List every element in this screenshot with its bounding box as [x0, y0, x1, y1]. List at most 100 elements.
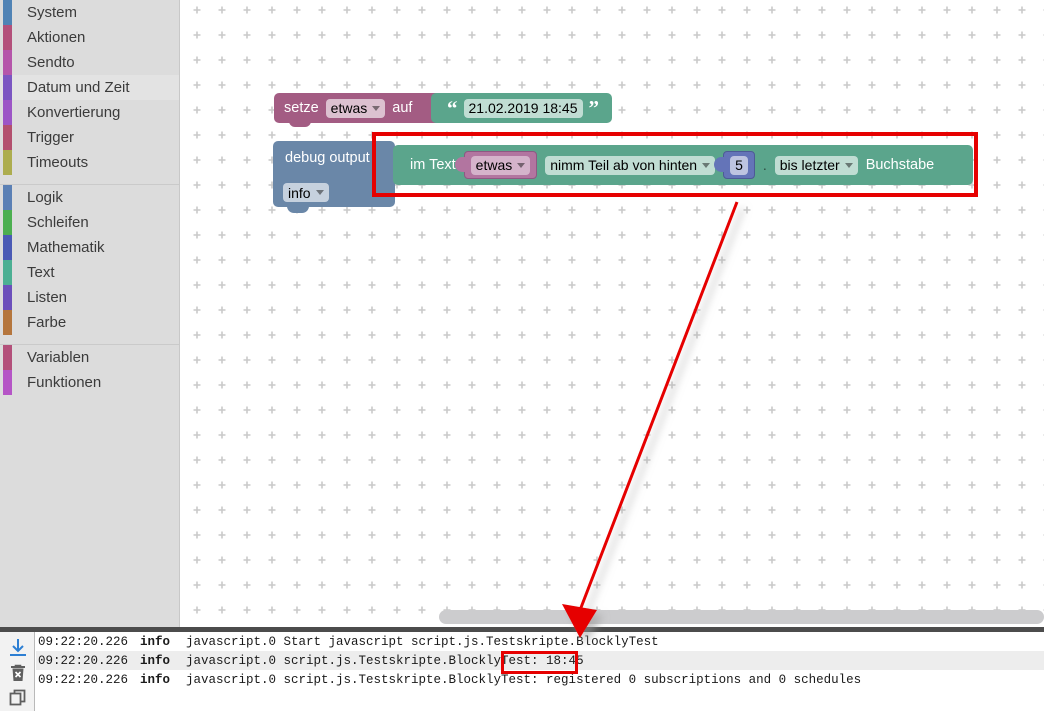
- toolbox-separator: [0, 335, 179, 345]
- toolbox-category-color-swatch: [3, 235, 12, 260]
- blockly-editor-window: System Aktionen Sendto Datum und Zeit Konver…: [0, 0, 1044, 711]
- open-quote-icon: “: [447, 96, 458, 120]
- toolbox-category-color-swatch: [3, 185, 12, 210]
- toolbox-category-label: Funktionen: [27, 374, 102, 391]
- substring-mode-value: nimm Teil ab von hinten: [550, 157, 698, 173]
- log-level: info: [140, 634, 171, 649]
- log-timestamp: 09:22:20.226: [38, 653, 129, 668]
- console-toolbar: [0, 632, 35, 711]
- toolbox-category-color-swatch: [3, 150, 12, 175]
- toolbox-category-aktionen[interactable]: Aktionen: [0, 25, 179, 50]
- copy-icon[interactable]: [8, 688, 28, 708]
- toolbox-category-label: System: [27, 4, 78, 21]
- toolbox-category-listen[interactable]: Listen: [0, 285, 179, 310]
- block-text-literal[interactable]: “ 21.02.2019 18:45 ”: [431, 93, 612, 123]
- block-debug-bottom-notch: [287, 206, 309, 213]
- toolbox-category-color-swatch: [3, 370, 12, 395]
- toolbox-category-color-swatch: [3, 25, 12, 50]
- toolbox-category-label: Mathematik: [27, 239, 105, 256]
- delete-all-icon[interactable]: [8, 663, 28, 683]
- debug-level-value: info: [288, 184, 311, 201]
- close-quote-icon: ”: [588, 96, 600, 120]
- toolbox-category-color-swatch: [3, 210, 12, 235]
- block-set-variable[interactable]: setze etwas auf: [274, 93, 448, 123]
- toolbox-category-color-swatch: [3, 260, 12, 285]
- debug-level-dropdown[interactable]: info: [283, 183, 329, 202]
- chevron-down-icon: [517, 162, 526, 168]
- toolbox-category-text[interactable]: Text: [0, 260, 179, 285]
- substring-end-mode-dropdown[interactable]: bis letzter: [774, 155, 858, 175]
- blockly-workspace[interactable]: setze etwas auf “ 21.02.2019 18:45 ” deb…: [181, 0, 1044, 627]
- number-plug: [714, 157, 725, 172]
- toolbox-category-label: Text: [27, 264, 55, 281]
- workspace-hscrollbar-thumb[interactable]: [439, 610, 1044, 624]
- log-message: javascript.0 script.js.Testskripte.Block…: [186, 672, 862, 687]
- toolbox-category-mathematik[interactable]: Mathematik: [0, 235, 179, 260]
- blockly-toolbox[interactable]: System Aktionen Sendto Datum und Zeit Konver…: [0, 0, 180, 627]
- toolbox-category-label: Trigger: [27, 129, 74, 146]
- toolbox-category-label: Timeouts: [27, 154, 89, 171]
- block-text-substring[interactable]: im Text etwas nimm Teil ab von hinten 5 …: [393, 145, 973, 185]
- log-level: info: [140, 653, 171, 668]
- substring-variable-dropdown[interactable]: etwas: [470, 155, 531, 175]
- substring-variable-value: etwas: [475, 157, 513, 173]
- block-set-keyword: setze: [284, 100, 319, 116]
- toolbox-category-logik[interactable]: Logik: [0, 185, 179, 210]
- text-literal-input[interactable]: 21.02.2019 18:45: [463, 98, 583, 118]
- download-icon[interactable]: [8, 638, 28, 658]
- toolbox-category-farbe[interactable]: Farbe: [0, 310, 179, 335]
- toolbox-category-label: Schleifen: [27, 214, 89, 231]
- substring-mode-dropdown[interactable]: nimm Teil ab von hinten: [545, 155, 716, 175]
- toolbox-category-trigger[interactable]: Trigger: [0, 125, 179, 150]
- toolbox-category-schleifen[interactable]: Schleifen: [0, 210, 179, 235]
- block-variable-etwas[interactable]: etwas: [454, 151, 538, 179]
- chevron-down-icon: [844, 162, 853, 168]
- toolbox-category-datum-und-zeit[interactable]: Datum und Zeit: [0, 75, 179, 100]
- log-row[interactable]: 09:22:20.226 info javascript.0 Start javas…: [36, 632, 1044, 651]
- block-debug-title: debug output: [285, 150, 370, 166]
- block-debug-output[interactable]: debug output info: [273, 141, 395, 207]
- log-row[interactable]: 09:22:20.226 info javascript.0 script.js.T…: [36, 651, 1044, 670]
- toolbox-separator: [0, 175, 179, 185]
- toolbox-category-system[interactable]: System: [0, 0, 179, 25]
- toolbox-category-variablen[interactable]: Variablen: [0, 345, 179, 370]
- variable-plug: [454, 157, 465, 172]
- substring-index-input[interactable]: 5: [730, 155, 748, 175]
- toolbox-category-color-swatch: [3, 345, 12, 370]
- toolbox-category-label: Variablen: [27, 349, 90, 366]
- set-variable-value: etwas: [330, 100, 368, 116]
- block-set-bottom-notch: [289, 121, 311, 127]
- toolbox-category-timeouts[interactable]: Timeouts: [0, 150, 179, 175]
- toolbox-category-label: Logik: [27, 189, 63, 206]
- toolbox-category-color-swatch: [3, 50, 12, 75]
- toolbox-category-label: Sendto: [27, 54, 75, 71]
- toolbox-category-funktionen[interactable]: Funktionen: [0, 370, 179, 395]
- toolbox-category-label: Listen: [27, 289, 68, 306]
- toolbox-category-color-swatch: [3, 75, 12, 100]
- chevron-down-icon: [315, 190, 324, 195]
- toolbox-category-label: Konvertierung: [27, 104, 121, 121]
- block-substring-suffix: Buchstabe: [865, 157, 935, 173]
- set-variable-dropdown[interactable]: etwas: [325, 98, 386, 118]
- chevron-down-icon: [372, 105, 381, 111]
- toolbox-category-label: Aktionen: [27, 29, 86, 46]
- log-message: javascript.0 script.js.Testskripte.Block…: [186, 653, 584, 668]
- substring-separator: .: [762, 157, 767, 173]
- toolbox-category-sendto[interactable]: Sendto: [0, 50, 179, 75]
- log-timestamp: 09:22:20.226: [38, 672, 129, 687]
- toolbox-category-color-swatch: [3, 100, 12, 125]
- log-rows[interactable]: 09:22:20.226 info javascript.0 Start javas…: [36, 632, 1044, 711]
- toolbox-category-color-swatch: [3, 310, 12, 335]
- toolbox-category-label: Datum und Zeit: [27, 79, 130, 96]
- block-set-connector: auf: [392, 100, 413, 116]
- block-number-index[interactable]: 5: [714, 151, 755, 179]
- toolbox-category-color-swatch: [3, 0, 12, 25]
- toolbox-category-label: Farbe: [27, 314, 67, 331]
- log-timestamp: 09:22:20.226: [38, 634, 129, 649]
- substring-end-mode-value: bis letzter: [779, 157, 840, 173]
- toolbox-category-color-swatch: [3, 125, 12, 150]
- toolbox-category-konvertierung[interactable]: Konvertierung: [0, 100, 179, 125]
- log-console: 09:22:20.226 info javascript.0 Start javas…: [0, 627, 1044, 711]
- log-row[interactable]: 09:22:20.226 info javascript.0 script.js.T…: [36, 670, 1044, 689]
- chevron-down-icon: [702, 162, 711, 168]
